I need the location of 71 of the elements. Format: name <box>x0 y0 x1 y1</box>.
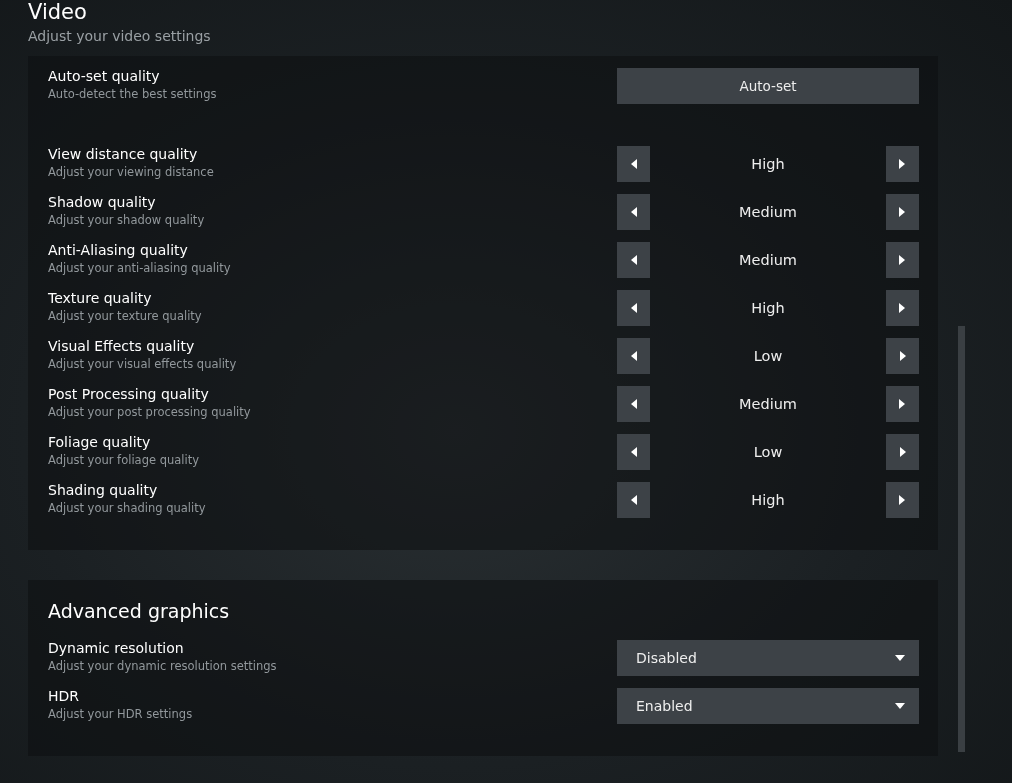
caret-down-icon <box>895 703 905 709</box>
setting-description: Adjust your anti-aliasing quality <box>48 261 231 276</box>
setting-label: Shading quality <box>48 482 159 499</box>
previous-button[interactable] <box>617 434 650 470</box>
next-button[interactable] <box>886 482 919 518</box>
right-arrow-icon <box>899 207 906 217</box>
auto-set-button[interactable]: Auto-set <box>617 68 919 104</box>
previous-button[interactable] <box>617 242 650 278</box>
left-arrow-icon <box>630 399 637 409</box>
caret-down-icon <box>895 655 905 661</box>
setting-label: View distance quality <box>48 146 199 163</box>
quality-value: Medium <box>739 204 797 220</box>
next-button[interactable] <box>886 290 919 326</box>
setting-label: Shadow quality <box>48 194 157 211</box>
setting-description: Adjust your HDR settings <box>48 707 193 722</box>
left-arrow-icon <box>630 207 637 217</box>
setting-description: Adjust your dynamic resolution settings <box>48 659 277 674</box>
right-arrow-icon <box>899 351 906 361</box>
previous-button[interactable] <box>617 290 650 326</box>
previous-button[interactable] <box>617 194 650 230</box>
setting-description: Auto-detect the best settings <box>48 87 217 102</box>
right-arrow-icon <box>899 399 906 409</box>
setting-label: Texture quality <box>48 290 153 307</box>
right-arrow-icon <box>899 159 906 169</box>
left-arrow-icon <box>630 495 637 505</box>
setting-description: Adjust your shadow quality <box>48 213 205 228</box>
setting-label: Dynamic resolution <box>48 640 185 657</box>
right-arrow-icon <box>899 495 906 505</box>
previous-button[interactable] <box>617 146 650 182</box>
setting-label: Anti-Aliasing quality <box>48 242 189 259</box>
previous-button[interactable] <box>617 338 650 374</box>
setting-description: Adjust your post processing quality <box>48 405 251 420</box>
left-arrow-icon <box>630 351 637 361</box>
page-title: Video <box>28 0 88 24</box>
quality-value: Low <box>753 444 783 460</box>
left-arrow-icon <box>630 255 637 265</box>
next-button[interactable] <box>886 194 919 230</box>
left-arrow-icon <box>630 303 637 313</box>
next-button[interactable] <box>886 242 919 278</box>
quality-value: High <box>751 300 785 316</box>
quality-value: Low <box>753 348 783 364</box>
next-button[interactable] <box>886 146 919 182</box>
setting-label: Visual Effects quality <box>48 338 196 355</box>
dropdown[interactable]: Enabled <box>617 688 919 724</box>
quality-value: Medium <box>739 252 797 268</box>
setting-label: Auto-set quality <box>48 68 161 85</box>
quality-value: Medium <box>739 396 797 412</box>
setting-description: Adjust your visual effects quality <box>48 357 237 372</box>
right-arrow-icon <box>899 303 906 313</box>
setting-label: HDR <box>48 688 81 705</box>
left-arrow-icon <box>630 159 637 169</box>
next-button[interactable] <box>886 434 919 470</box>
previous-button[interactable] <box>617 482 650 518</box>
setting-description: Adjust your viewing distance <box>48 165 214 180</box>
setting-label: Post Processing quality <box>48 386 210 403</box>
setting-label: Foliage quality <box>48 434 152 451</box>
dropdown[interactable]: Disabled <box>617 640 919 676</box>
page-subtitle: Adjust your video settings <box>28 28 212 44</box>
left-arrow-icon <box>630 447 637 457</box>
previous-button[interactable] <box>617 386 650 422</box>
setting-description: Adjust your texture quality <box>48 309 202 324</box>
setting-description: Adjust your foliage quality <box>48 453 199 468</box>
right-arrow-icon <box>899 255 906 265</box>
quality-value: High <box>751 492 785 508</box>
setting-description: Adjust your shading quality <box>48 501 206 516</box>
right-arrow-icon <box>899 447 906 457</box>
section-title: Advanced graphics <box>48 600 231 622</box>
next-button[interactable] <box>886 386 919 422</box>
next-button[interactable] <box>886 338 919 374</box>
scrollbar-thumb[interactable] <box>958 326 965 752</box>
quality-value: High <box>751 156 785 172</box>
